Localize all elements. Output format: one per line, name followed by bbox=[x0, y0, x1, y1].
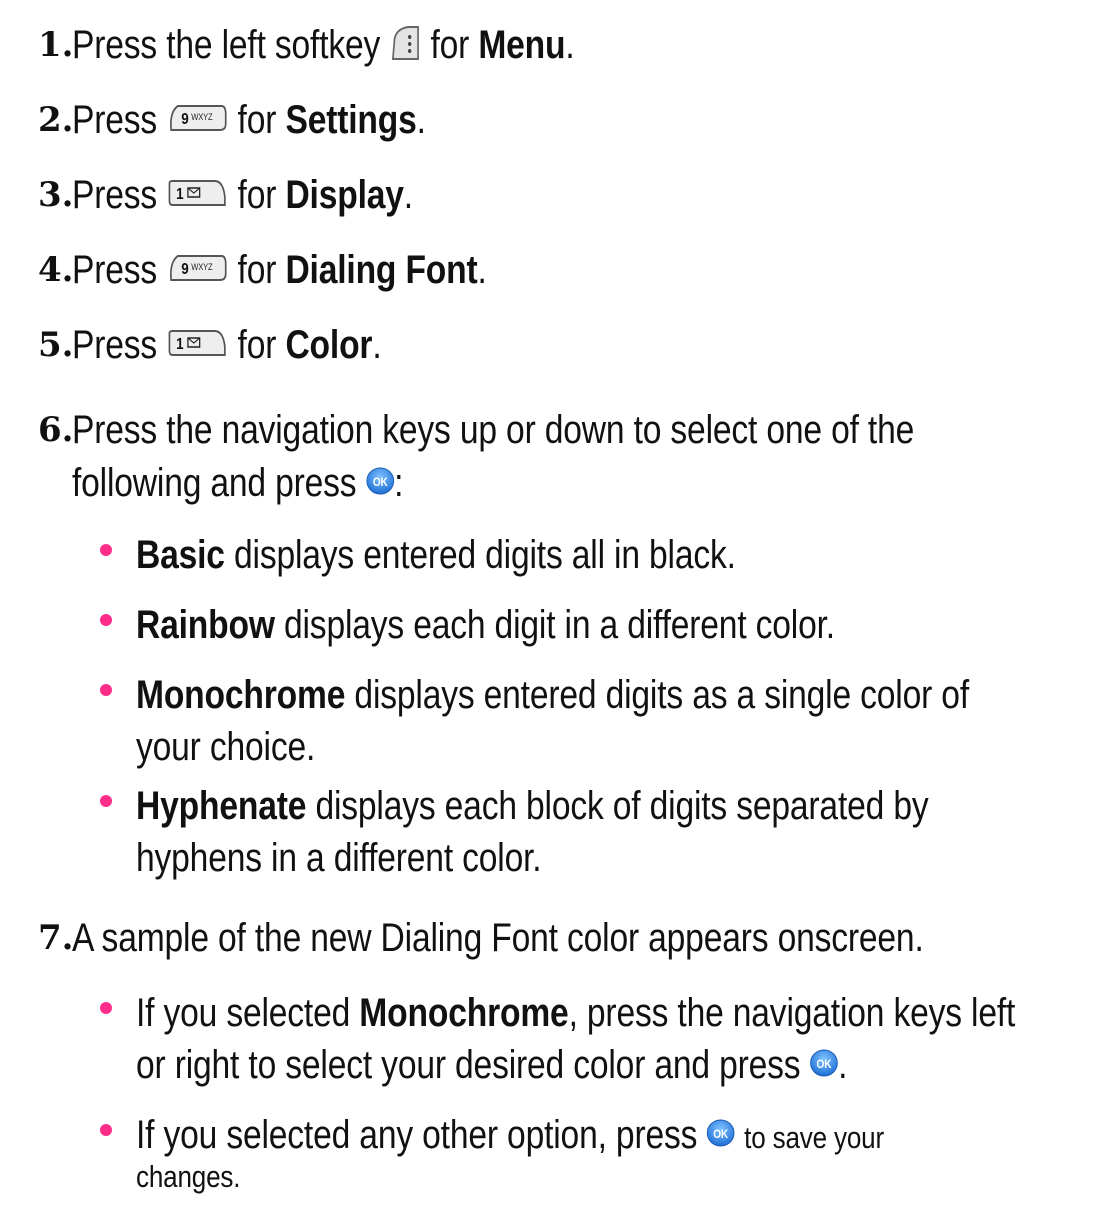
substep-monochrome-line2: or right to select your desired color an… bbox=[136, 1043, 848, 1087]
bullet-icon bbox=[100, 614, 112, 626]
step-6-line1: Press the navigation keys up or down to … bbox=[72, 408, 915, 452]
svg-text:OK: OK bbox=[713, 1129, 728, 1142]
step-4-text: Press 9 WXYZ for Dialing Font. bbox=[72, 248, 487, 292]
ok-key-icon: OK bbox=[706, 1119, 735, 1147]
bullet-icon bbox=[100, 684, 112, 696]
step-number: 1. bbox=[38, 25, 74, 65]
step-2-text: Press 9 WXYZ for Settings. bbox=[72, 98, 426, 142]
step-6-line2: following and press OK : bbox=[72, 461, 404, 505]
key-9-icon: 9 WXYZ bbox=[166, 102, 228, 134]
step-3-text: Press 1 for Display. bbox=[72, 173, 413, 217]
key-1-icon: 1 bbox=[166, 177, 228, 209]
bullet-icon bbox=[100, 1124, 112, 1136]
svg-text:OK: OK bbox=[817, 1059, 832, 1072]
step-number: 4. bbox=[38, 250, 74, 290]
step-1-text: Press the left softkey for Menu. bbox=[72, 23, 575, 67]
option-basic: Basic displays entered digits all in bla… bbox=[136, 533, 736, 577]
option-monochrome: Monochrome displays entered digits as a … bbox=[136, 673, 969, 717]
option-rainbow: Rainbow displays each digit in a differe… bbox=[136, 603, 835, 647]
svg-text:9: 9 bbox=[181, 111, 188, 128]
bullet-icon bbox=[100, 544, 112, 556]
bullet-icon bbox=[100, 795, 112, 807]
svg-text:WXYZ: WXYZ bbox=[191, 112, 212, 123]
step-number: 7. bbox=[38, 918, 74, 958]
key-1-icon: 1 bbox=[166, 327, 228, 359]
option-hyphenate-line2: hyphens in a different color. bbox=[136, 836, 542, 880]
substep-other: If you selected any other option, press … bbox=[136, 1113, 885, 1157]
step-number: 6. bbox=[38, 410, 74, 450]
step-7-line1: A sample of the new Dialing Font color a… bbox=[72, 916, 924, 960]
ok-key-icon: OK bbox=[810, 1049, 839, 1077]
step-number: 2. bbox=[38, 100, 74, 140]
substep-other-line2: changes. bbox=[136, 1159, 241, 1194]
option-hyphenate: Hyphenate displays each block of digits … bbox=[136, 784, 929, 828]
ok-key-icon: OK bbox=[366, 467, 395, 495]
step-number: 3. bbox=[38, 175, 74, 215]
svg-text:1: 1 bbox=[176, 186, 183, 203]
svg-text:WXYZ: WXYZ bbox=[191, 262, 212, 273]
svg-text:9: 9 bbox=[181, 261, 188, 278]
svg-text:1: 1 bbox=[176, 336, 183, 353]
svg-text:OK: OK bbox=[373, 477, 388, 490]
step-number: 5. bbox=[38, 325, 74, 365]
left-softkey-icon bbox=[389, 25, 421, 61]
step-5-text: Press 1 for Color. bbox=[72, 323, 382, 367]
bullet-icon bbox=[100, 1002, 112, 1014]
key-9-icon: 9 WXYZ bbox=[166, 252, 228, 284]
substep-monochrome: If you selected Monochrome, press the na… bbox=[136, 991, 1016, 1035]
option-monochrome-line2: your choice. bbox=[136, 725, 316, 769]
